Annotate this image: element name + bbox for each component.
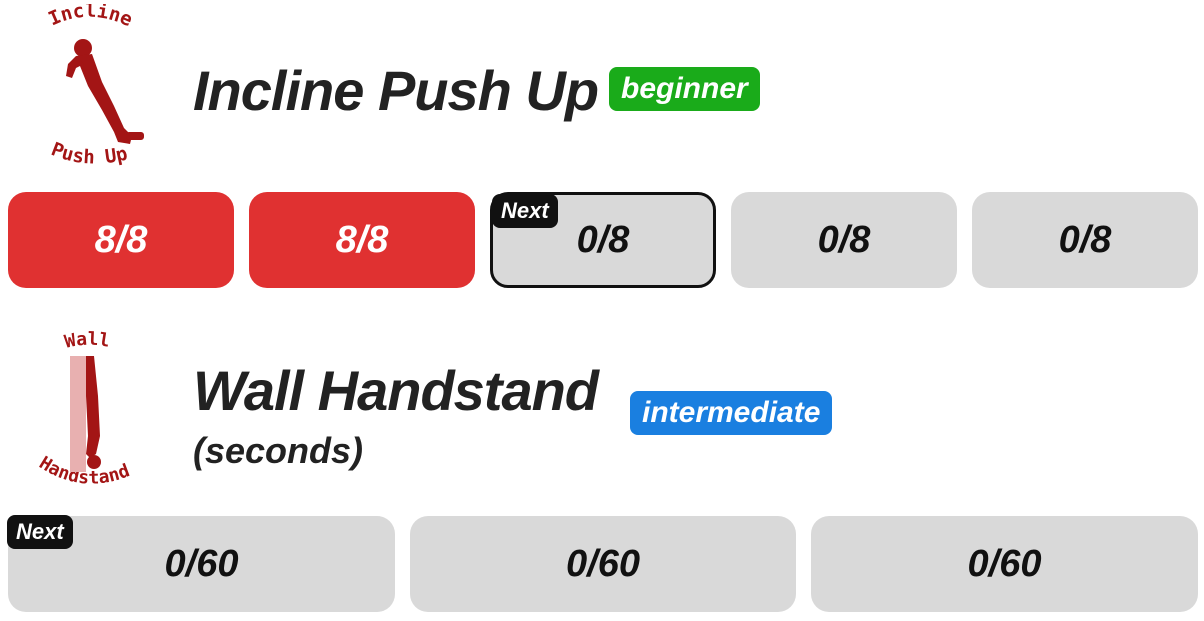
set-button-4[interactable]: 0/8 xyxy=(731,192,957,288)
set-count: 8/8 xyxy=(94,218,148,261)
set-count: 0/8 xyxy=(1058,218,1112,261)
set-button-3[interactable]: 0/60 xyxy=(811,516,1198,612)
set-button-1[interactable]: Next 0/60 xyxy=(7,515,395,612)
set-button-5[interactable]: 0/8 xyxy=(972,192,1198,288)
set-button-2[interactable]: 0/60 xyxy=(410,516,796,612)
logo-top-text: Wall xyxy=(63,329,112,353)
svg-text:Wall: Wall xyxy=(63,329,112,353)
set-button-1[interactable]: 8/8 xyxy=(8,192,234,288)
next-tag: Next xyxy=(492,194,558,228)
level-badge: intermediate xyxy=(630,391,833,435)
set-button-3[interactable]: Next 0/8 xyxy=(490,192,716,288)
svg-text:Push Up: Push Up xyxy=(48,138,129,168)
next-tag: Next xyxy=(7,515,73,549)
svg-text:Incline: Incline xyxy=(45,4,136,31)
set-count: 0/60 xyxy=(566,542,640,585)
set-button-2[interactable]: 8/8 xyxy=(249,192,475,288)
logo-top-text: Incline xyxy=(45,4,136,31)
handstand-figure-icon xyxy=(70,356,101,472)
set-count: 0/8 xyxy=(576,218,630,261)
set-count: 0/8 xyxy=(817,218,871,261)
exercise-title: Wall Handstand xyxy=(193,359,599,422)
exercise-unit: (seconds) xyxy=(193,430,364,471)
push-up-figure-icon xyxy=(66,39,144,144)
logo-bottom-text: Push Up xyxy=(48,138,129,168)
set-count: 0/60 xyxy=(967,542,1042,585)
wall-handstand-logo: Wall Handstand xyxy=(34,326,164,504)
set-count: 8/8 xyxy=(335,218,389,261)
level-badge: beginner xyxy=(609,67,760,111)
incline-push-up-logo: Incline Push Up xyxy=(40,4,160,180)
exercise-title: Incline Push Up xyxy=(193,59,599,122)
set-count: 0/60 xyxy=(164,542,239,585)
